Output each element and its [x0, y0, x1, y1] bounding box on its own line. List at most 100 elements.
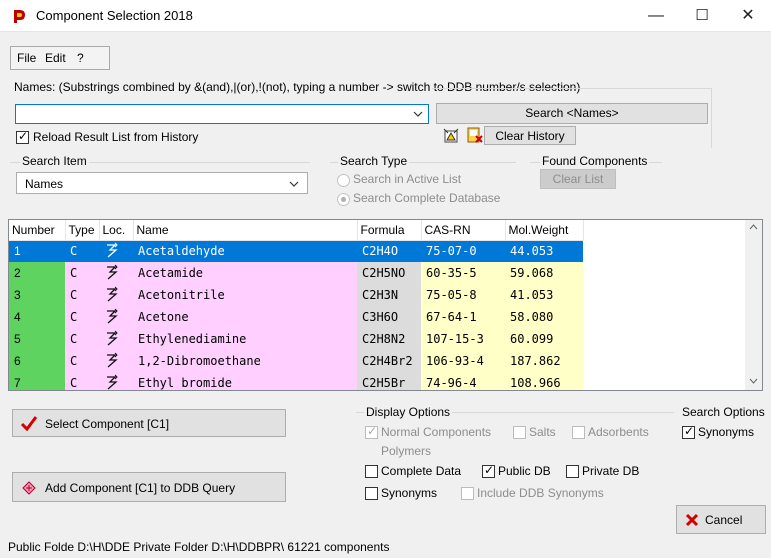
display-options-label: Display Options: [364, 405, 453, 419]
normal-components-checkbox[interactable]: [365, 424, 378, 439]
menu-file[interactable]: File: [17, 51, 36, 65]
table-row[interactable]: 3 C Acetonitrile C2H3N 75-05-8 41.053: [9, 284, 583, 306]
private-db-checkbox[interactable]: [566, 465, 579, 478]
add-query-icon: [22, 481, 36, 495]
location-arrow-icon: [107, 374, 118, 389]
synonyms-search-checkbox[interactable]: [682, 424, 695, 439]
polymers-label: Polymers: [381, 444, 432, 458]
search-names-button[interactable]: Search <Names>: [436, 103, 708, 124]
header-loc[interactable]: Loc.: [99, 220, 134, 241]
row-type: C: [65, 262, 99, 284]
public-db-checkbox[interactable]: [482, 463, 495, 478]
header-number[interactable]: Number: [9, 220, 66, 241]
row-molweight: 60.099: [505, 328, 583, 350]
adsorbents-label: Adsorbents: [588, 425, 649, 439]
cancel-button[interactable]: Cancel: [676, 505, 766, 534]
synonyms-display-label: Synonyms: [381, 486, 438, 500]
header-molweight[interactable]: Mol.Weight: [505, 220, 584, 241]
row-loc: [99, 350, 133, 372]
public-db-label: Public DB: [498, 464, 551, 478]
chevron-down-icon: [289, 181, 299, 187]
header-type[interactable]: Type: [65, 220, 100, 241]
row-type: C: [65, 284, 99, 306]
search-item-select[interactable]: Names: [16, 172, 308, 194]
search-item-value: Names: [25, 177, 64, 191]
row-name: Ethyl bromide: [133, 372, 357, 390]
include-ddb-synonyms-checkbox[interactable]: [461, 487, 474, 500]
table-row[interactable]: 6 C 1,2-Dibromoethane C2H4Br2 106-93-4 187.86…: [9, 350, 583, 372]
table-scrollbar[interactable]: [745, 220, 762, 390]
row-formula: C2H4Br2: [357, 350, 421, 372]
row-formula: C2H4O: [357, 240, 421, 262]
history-book-icon[interactable]: [466, 126, 484, 145]
row-formula: C2H8N2: [357, 328, 421, 350]
table-row[interactable]: 4 C Acetone C3H6O 67-64-1 58.080: [9, 306, 583, 328]
row-number: 7: [9, 372, 65, 390]
row-number: 6: [9, 350, 65, 372]
row-molweight: 44.053: [505, 240, 583, 262]
close-button[interactable]: ✕: [725, 0, 771, 32]
private-db-label: Private DB: [582, 464, 640, 478]
complete-data-checkbox[interactable]: [365, 465, 378, 478]
row-cas: 107-15-3: [421, 328, 505, 350]
results-table: Number Type Loc. Name Formula CAS-RN Mol…: [8, 219, 763, 391]
synonyms-display-checkbox[interactable]: [365, 487, 378, 500]
synonyms-search-label: Synonyms: [698, 425, 755, 439]
row-number: 3: [9, 284, 65, 306]
minimize-button[interactable]: —: [633, 0, 679, 32]
salts-checkbox[interactable]: [513, 426, 526, 439]
location-arrow-icon: [107, 352, 118, 367]
maximize-button[interactable]: ☐: [679, 0, 725, 32]
search-type-label: Search Type: [338, 154, 410, 168]
header-cas[interactable]: CAS-RN: [421, 220, 506, 241]
table-row[interactable]: 5 C Ethylenediamine C2H8N2 107-15-3 60.099: [9, 328, 583, 350]
row-cas: 74-96-4: [421, 372, 505, 390]
row-loc: [99, 284, 133, 306]
row-cas: 75-05-8: [421, 284, 505, 306]
names-input[interactable]: [15, 104, 429, 124]
adsorbents-checkbox[interactable]: [572, 426, 585, 439]
table-header-row: Number Type Loc. Name Formula CAS-RN Mol…: [9, 220, 584, 241]
chevron-down-icon[interactable]: [413, 111, 423, 118]
search-active-list-radio[interactable]: [337, 174, 350, 187]
select-component-button[interactable]: Select Component [C1]: [12, 409, 286, 437]
table-row[interactable]: 7 C Ethyl bromide C2H5Br 74-96-4 108.966: [9, 372, 583, 390]
row-molweight: 187.862: [505, 350, 583, 372]
row-formula: C2H5NO: [357, 262, 421, 284]
row-type: C: [65, 372, 99, 390]
location-arrow-icon: [107, 264, 118, 279]
reload-history-checkbox[interactable]: [16, 129, 29, 144]
app-logo-icon: [14, 10, 25, 23]
row-type: C: [65, 306, 99, 328]
row-loc: [99, 262, 133, 284]
search-complete-db-radio[interactable]: [337, 193, 350, 206]
row-number: 5: [9, 328, 65, 350]
clear-history-button[interactable]: Clear History: [484, 126, 576, 145]
found-components-label: Found Components: [540, 154, 650, 168]
search-item-label: Search Item: [20, 154, 89, 168]
salts-label: Salts: [529, 425, 556, 439]
molecule-tool-icon[interactable]: [442, 127, 460, 145]
header-name[interactable]: Name: [133, 220, 358, 241]
row-number: 1: [9, 240, 65, 262]
table-row[interactable]: 1 C Acetaldehyde C2H4O 75-07-0 44.053: [9, 240, 583, 262]
row-number: 2: [9, 262, 65, 284]
menu-help[interactable]: ?: [77, 51, 84, 65]
normal-components-label: Normal Components: [381, 425, 492, 439]
scroll-down-icon[interactable]: [749, 378, 758, 384]
clear-list-button[interactable]: Clear List: [540, 169, 616, 189]
header-formula[interactable]: Formula: [357, 220, 422, 241]
table-row[interactable]: 2 C Acetamide C2H5NO 60-35-5 59.068: [9, 262, 583, 284]
title-bar: Component Selection 2018 — ☐ ✕: [0, 0, 771, 32]
search-active-list-label: Search in Active List: [353, 172, 462, 186]
row-cas: 106-93-4: [421, 350, 505, 372]
scroll-up-icon[interactable]: [749, 224, 758, 230]
row-name: Ethylenediamine: [133, 328, 357, 350]
add-component-button[interactable]: Add Component [C1] to DDB Query: [12, 472, 286, 502]
row-name: Acetamide: [133, 262, 357, 284]
row-cas: 67-64-1: [421, 306, 505, 328]
location-arrow-icon: [107, 286, 118, 301]
menu-edit[interactable]: Edit: [45, 51, 66, 65]
row-name: 1,2-Dibromoethane: [133, 350, 357, 372]
row-type: C: [65, 328, 99, 350]
